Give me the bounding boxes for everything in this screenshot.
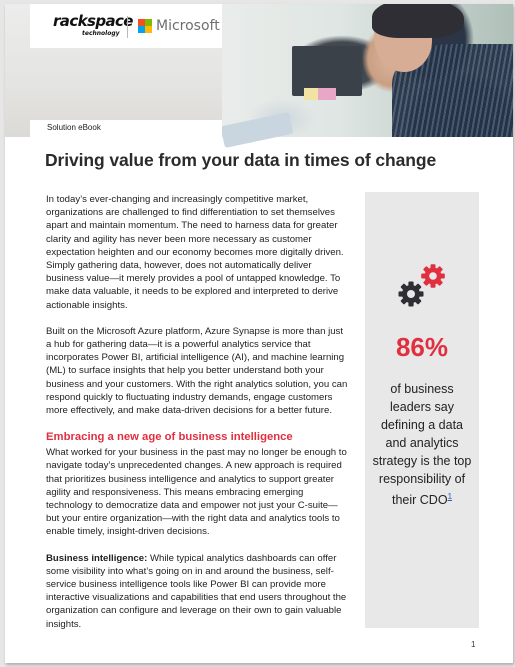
microsoft-logo-text: Microsoft	[156, 18, 220, 34]
stat-value: 86%	[395, 332, 449, 362]
microsoft-logo-red-square	[138, 19, 145, 26]
document-page: rackspace technology Microsoft Solution …	[5, 4, 513, 663]
intro-paragraph: In today’s ever-changing and increasingl…	[46, 194, 344, 311]
body-column: In today’s ever-changing and increasingl…	[46, 193, 348, 644]
logo-divider	[127, 16, 128, 38]
gears-icon	[398, 264, 445, 307]
bi-paragraph: Business intelligence: While typical ana…	[46, 552, 348, 631]
footnote-link[interactable]: 1	[448, 492, 452, 501]
microsoft-logo-yellow-square	[145, 26, 152, 33]
doc-type-label-box: Solution eBook	[30, 120, 222, 137]
doc-type-label: Solution eBook	[47, 123, 101, 132]
logo-bar: rackspace technology Microsoft	[30, 4, 222, 48]
microsoft-logo-green-square	[145, 19, 152, 26]
microsoft-logo-blue-square	[138, 26, 145, 33]
section-paragraph: What worked for your business in the pas…	[46, 447, 347, 538]
stat-description: of business leaders say defining a data …	[369, 380, 475, 509]
page-title: Driving value from your data in times of…	[45, 150, 437, 170]
bi-text: While typical analytics dashboards can o…	[46, 552, 347, 630]
rackspace-logo-subtitle: technology	[82, 30, 120, 37]
photo-person-hair	[372, 4, 464, 38]
bi-lead: Business intelligence:	[46, 552, 148, 564]
photo-sticky-note	[304, 88, 318, 100]
hero-photo	[220, 4, 513, 149]
red-gear-icon	[421, 264, 445, 288]
azure-synapse-paragraph: Built on the Microsoft Azure platform, A…	[46, 325, 348, 417]
rackspace-logo: rackspace	[53, 12, 133, 30]
stat-text: of business leaders say defining a data …	[372, 382, 472, 508]
dark-gear-icon	[398, 281, 424, 307]
stat-callout: 86% of business leaders say defining a d…	[365, 192, 479, 628]
microsoft-logo-icon	[138, 19, 152, 33]
section-heading: Embracing a new age of business intellig…	[46, 431, 293, 444]
photo-sticky-note	[318, 88, 336, 100]
photo-tablet	[220, 111, 294, 149]
page-number: 1	[471, 640, 476, 649]
